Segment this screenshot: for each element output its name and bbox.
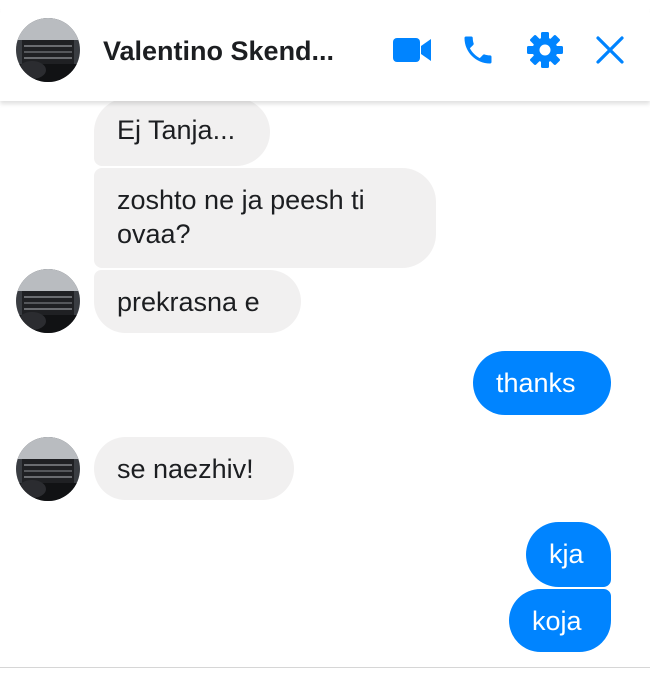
voice-call-button[interactable] (458, 30, 498, 70)
video-camera-icon (393, 38, 431, 62)
message-bubble-outgoing: koja (509, 589, 611, 652)
message-text: prekrasna e (117, 287, 260, 317)
message-text: thanks (496, 368, 576, 398)
message-text: se naezhiv! (117, 454, 254, 484)
composer-divider (0, 667, 650, 668)
message-text: kja (549, 539, 584, 569)
message-bubble-incoming: prekrasna e (94, 270, 301, 333)
message-bubble-incoming: Ej Tanja... (94, 101, 270, 166)
gear-icon (527, 32, 563, 68)
chat-header: Valentino Skend... (0, 0, 650, 101)
message-list[interactable]: Ej Tanja... zoshto ne ja peesh ti ovaa? … (0, 101, 650, 667)
contact-name[interactable]: Valentino Skend... (103, 36, 334, 67)
message-bubble-outgoing: kja (526, 522, 611, 587)
close-icon (596, 36, 624, 64)
contact-avatar[interactable] (16, 18, 80, 82)
phone-icon (464, 36, 492, 64)
sender-avatar (16, 269, 80, 333)
video-call-button[interactable] (392, 30, 432, 70)
message-text: koja (532, 606, 582, 636)
sender-avatar (16, 437, 80, 501)
message-bubble-incoming: zoshto ne ja peesh ti ovaa? (94, 168, 436, 268)
settings-button[interactable] (525, 30, 565, 70)
message-text: zoshto ne ja peesh ti ovaa? (117, 185, 365, 249)
message-bubble-outgoing: thanks (473, 351, 611, 415)
close-button[interactable] (590, 30, 630, 70)
message-text: Ej Tanja... (117, 115, 236, 145)
message-bubble-incoming: se naezhiv! (94, 437, 294, 500)
chat-window: Valentino Skend... Ej Tanja... zoshto ne… (0, 0, 650, 674)
